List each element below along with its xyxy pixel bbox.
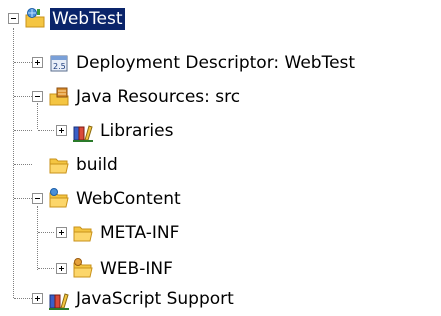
- tree-item-label: WEB-INF: [100, 259, 173, 279]
- tree-item-label: WebContent: [76, 189, 181, 209]
- tree-item-label: WebTest: [50, 8, 125, 30]
- web-inf-folder-icon: [72, 257, 94, 278]
- expand-toggle[interactable]: [32, 293, 43, 304]
- expand-toggle[interactable]: [56, 125, 67, 136]
- collapse-toggle[interactable]: [8, 13, 19, 24]
- libraries-icon: [72, 121, 94, 142]
- tree-item-label: build: [76, 155, 118, 175]
- tree-item-javascript-support[interactable]: JavaScript Support: [0, 284, 441, 314]
- expand-toggle[interactable]: [56, 263, 67, 274]
- tree-item-web-inf[interactable]: WEB-INF: [0, 254, 441, 284]
- collapse-toggle[interactable]: [32, 91, 43, 102]
- tree-item-label: Libraries: [100, 121, 174, 141]
- svg-text:2.5: 2.5: [53, 62, 66, 71]
- expand-toggle[interactable]: [56, 227, 67, 238]
- tree-item-label: JavaScript Support: [76, 289, 234, 309]
- folder-icon: [72, 222, 94, 242]
- collapse-toggle[interactable]: [32, 193, 43, 204]
- libraries-icon: [48, 289, 70, 310]
- tree-item-label: Deployment Descriptor: WebTest: [76, 53, 356, 73]
- tree-item-label: Java Resources: src: [76, 87, 241, 107]
- expand-toggle[interactable]: [32, 57, 43, 68]
- folder-icon: [48, 154, 70, 174]
- tree-item-label: META-INF: [100, 223, 180, 243]
- tree-item-meta-inf[interactable]: META-INF: [0, 218, 441, 248]
- web-content-folder-icon: [48, 187, 70, 208]
- java-resources-icon: [48, 85, 70, 106]
- tree-item-webcontent[interactable]: WebContent: [0, 184, 441, 214]
- tree-item-deployment-descriptor[interactable]: 2.5 Deployment Descriptor: WebTest: [0, 48, 441, 78]
- tree-item-libraries[interactable]: Libraries: [0, 116, 441, 146]
- tree-item-java-resources[interactable]: Java Resources: src: [0, 82, 441, 112]
- tree-item-webtest[interactable]: WebTest: [0, 4, 441, 34]
- deployment-descriptor-icon: 2.5: [48, 52, 70, 72]
- web-project-icon: [24, 7, 46, 28]
- tree-item-build[interactable]: build: [0, 150, 441, 180]
- project-explorer-tree: WebTest 2.5 Deployment Descriptor: WebTe…: [0, 0, 441, 313]
